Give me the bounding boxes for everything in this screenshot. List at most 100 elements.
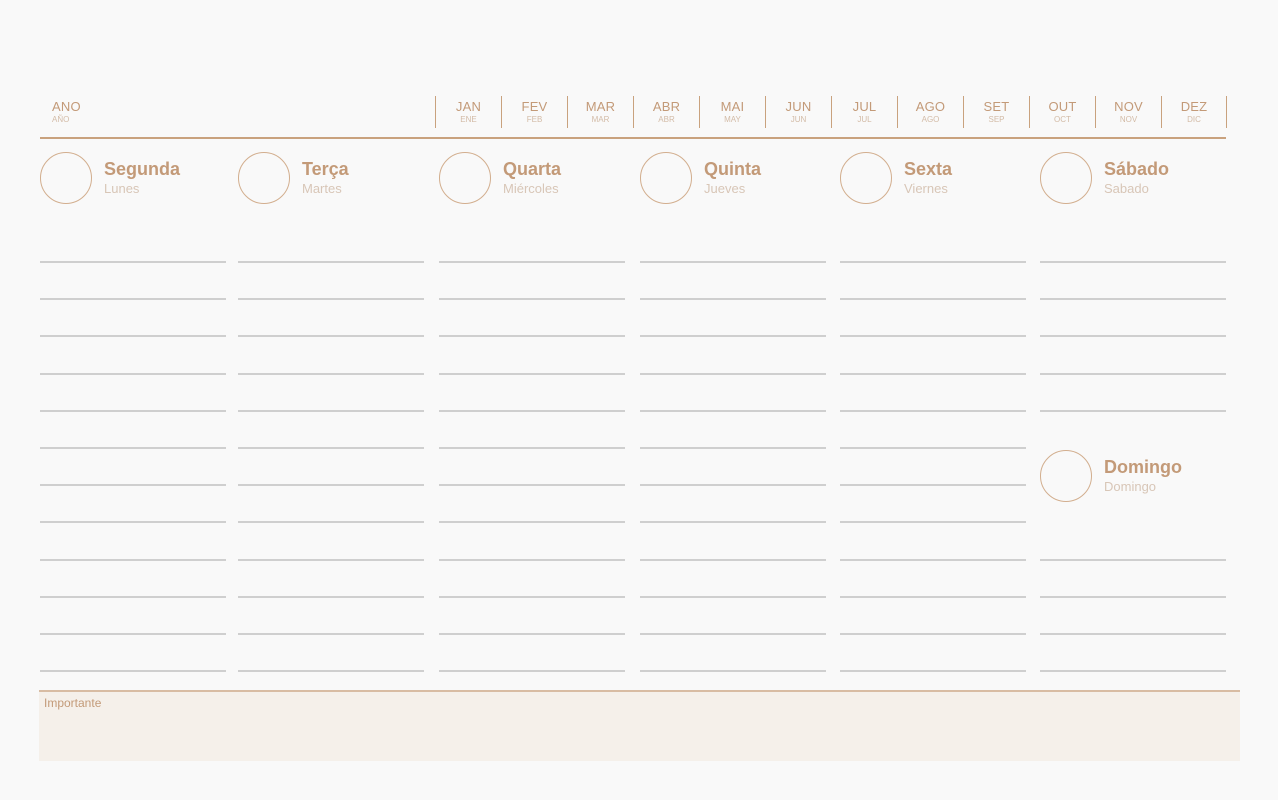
important-notes-panel[interactable]: Importante [39,690,1240,761]
writing-line[interactable] [40,670,226,672]
writing-line[interactable] [840,633,1026,635]
day-date-circle[interactable] [439,152,491,204]
writing-line[interactable] [840,373,1026,375]
writing-line[interactable] [1040,298,1226,300]
writing-line[interactable] [640,447,826,449]
writing-line[interactable] [640,373,826,375]
writing-line[interactable] [40,335,226,337]
writing-line[interactable] [640,298,826,300]
writing-line[interactable] [238,521,424,523]
writing-line[interactable] [840,335,1026,337]
writing-line[interactable] [840,261,1026,263]
writing-line[interactable] [238,335,424,337]
day-date-circle[interactable] [840,152,892,204]
month-mai[interactable]: MAI MAY [699,96,765,128]
writing-line[interactable] [840,410,1026,412]
month-label: MAR [585,99,616,114]
writing-line[interactable] [640,633,826,635]
writing-line[interactable] [439,521,625,523]
writing-line[interactable] [439,261,625,263]
writing-line[interactable] [840,298,1026,300]
writing-line[interactable] [840,670,1026,672]
month-abr[interactable]: ABR ABR [633,96,699,128]
day-header: Sábado Sabado [1040,152,1226,208]
writing-line[interactable] [40,447,226,449]
writing-line[interactable] [40,261,226,263]
writing-line[interactable] [238,670,424,672]
day-header: Sexta Viernes [840,152,1026,208]
writing-line[interactable] [40,559,226,561]
writing-line[interactable] [238,559,424,561]
writing-line[interactable] [40,521,226,523]
writing-line[interactable] [1040,335,1226,337]
month-set[interactable]: SET SEP [963,96,1029,128]
day-name: Sábado [1104,159,1170,179]
writing-line[interactable] [439,559,625,561]
writing-line[interactable] [238,298,424,300]
writing-line[interactable] [640,596,826,598]
month-sublabel: SEP [988,115,1005,124]
month-jan[interactable]: JAN ENE [435,96,501,128]
day-date-circle[interactable] [1040,152,1092,204]
writing-line[interactable] [640,670,826,672]
writing-line[interactable] [1040,633,1226,635]
writing-line[interactable] [40,410,226,412]
writing-line[interactable] [439,596,625,598]
writing-line[interactable] [840,596,1026,598]
writing-line[interactable] [439,335,625,337]
writing-line[interactable] [238,633,424,635]
writing-line[interactable] [1040,559,1226,561]
writing-line[interactable] [840,521,1026,523]
month-jul[interactable]: JUL JUL [831,96,897,128]
writing-line[interactable] [640,335,826,337]
month-sublabel: JUL [857,115,872,124]
month-ago[interactable]: AGO AGO [897,96,963,128]
writing-line[interactable] [439,633,625,635]
day-date-circle[interactable] [1040,450,1092,502]
writing-line[interactable] [439,670,625,672]
month-dez[interactable]: DEZ DIC [1161,96,1227,128]
writing-line[interactable] [640,261,826,263]
writing-line[interactable] [40,484,226,486]
writing-line[interactable] [238,373,424,375]
day-date-circle[interactable] [238,152,290,204]
writing-line[interactable] [40,596,226,598]
writing-line[interactable] [439,410,625,412]
day-date-circle[interactable] [640,152,692,204]
writing-line[interactable] [40,298,226,300]
writing-line[interactable] [238,484,424,486]
month-nov[interactable]: NOV NOV [1095,96,1161,128]
month-label: MAI [720,99,745,114]
writing-line[interactable] [238,596,424,598]
writing-line[interactable] [840,447,1026,449]
writing-line[interactable] [640,559,826,561]
writing-line[interactable] [1040,410,1226,412]
year-field[interactable]: ANO AÑO [52,100,81,125]
day-sublabel: Lunes [104,181,140,196]
writing-line[interactable] [1040,261,1226,263]
writing-line[interactable] [640,521,826,523]
day-date-circle[interactable] [40,152,92,204]
writing-line[interactable] [1040,596,1226,598]
month-jun[interactable]: JUN JUN [765,96,831,128]
month-mar[interactable]: MAR MAR [567,96,633,128]
writing-line[interactable] [439,447,625,449]
writing-line[interactable] [1040,670,1226,672]
month-out[interactable]: OUT OCT [1029,96,1095,128]
writing-line[interactable] [439,373,625,375]
writing-line[interactable] [1040,373,1226,375]
writing-line[interactable] [640,410,826,412]
writing-line[interactable] [640,484,826,486]
writing-line[interactable] [840,559,1026,561]
writing-line[interactable] [40,633,226,635]
writing-line[interactable] [439,298,625,300]
day-name: Quinta [704,159,761,179]
writing-line[interactable] [238,261,424,263]
writing-line[interactable] [439,484,625,486]
month-fev[interactable]: FEV FEB [501,96,567,128]
writing-line[interactable] [840,484,1026,486]
day-header: Quinta Jueves [640,152,826,208]
writing-line[interactable] [238,447,424,449]
writing-line[interactable] [40,373,226,375]
writing-line[interactable] [238,410,424,412]
